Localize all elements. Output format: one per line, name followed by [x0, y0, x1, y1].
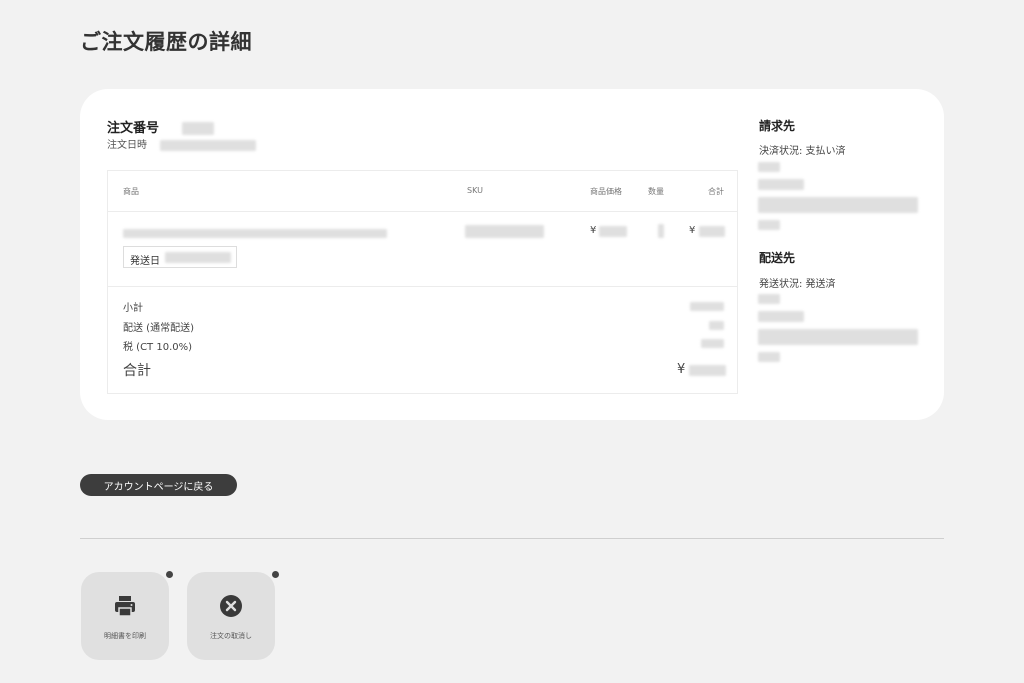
table-header: 商品 SKU 商品価格 数量 合計: [108, 171, 737, 212]
order-items-table: 商品 SKU 商品価格 数量 合計 ¥ ¥ 発送日 小計 配送 (通常配送) 税…: [107, 170, 738, 394]
info-dot-icon: [272, 571, 279, 578]
shipping-address-line: [758, 329, 918, 345]
header-sku: SKU: [467, 186, 483, 195]
header-qty: 数量: [648, 187, 664, 196]
printer-icon: [115, 596, 135, 617]
product-sku: [465, 225, 544, 238]
grand-total-symbol: ¥: [677, 362, 686, 377]
shipping-address-line: [758, 311, 804, 322]
print-statement-label: 明細書を印刷: [104, 632, 146, 640]
product-total: [699, 226, 725, 237]
billing-address-line: [758, 162, 780, 172]
shipping-fee-value: [709, 321, 724, 330]
header-product: 商品: [123, 187, 139, 196]
shipping-fee-label: 配送 (通常配送): [123, 323, 194, 334]
order-detail-card: 注文番号 注文日時 商品 SKU 商品価格 数量 合計 ¥ ¥ 発送日 小計 配…: [80, 89, 944, 420]
back-to-account-button[interactable]: アカウントページに戻る: [80, 474, 237, 496]
order-number-label: 注文番号: [107, 121, 160, 136]
order-date-row: 注文日時: [107, 136, 257, 151]
page-title: ご注文履歴の詳細: [80, 30, 252, 54]
grand-total-label: 合計: [123, 363, 151, 379]
billing-address-line: [758, 220, 780, 230]
print-statement-button[interactable]: 明細書を印刷: [81, 571, 173, 660]
ship-date-label: 発送日: [130, 256, 160, 267]
shipping-status: 発送状況: 発送済: [759, 279, 836, 290]
order-date-value: [160, 139, 257, 151]
billing-status: 決済状況: 支払い済: [759, 146, 846, 157]
tax-value: [701, 339, 724, 348]
close-circle-icon: [220, 595, 242, 617]
shipping-address-line: [758, 352, 780, 362]
header-total: 合計: [708, 187, 724, 196]
order-date-label: 注文日時: [107, 140, 147, 151]
info-dot-icon: [166, 571, 173, 578]
shipping-address-line: [758, 294, 780, 304]
subtotal-label: 小計: [123, 303, 143, 314]
grand-total-value: [689, 365, 726, 376]
subtotal-value: [690, 302, 724, 311]
shipping-title: 配送先: [759, 251, 796, 265]
section-divider: [80, 538, 944, 539]
tax-label: 税 (CT 10.0%): [123, 342, 193, 353]
table-row: ¥ ¥ 発送日: [108, 212, 737, 287]
product-qty: [658, 224, 664, 238]
billing-address-line: [758, 197, 918, 213]
ship-date-value: [165, 252, 231, 263]
product-name[interactable]: [123, 229, 387, 238]
billing-title: 請求先: [759, 119, 796, 133]
price-symbol: ¥: [590, 225, 597, 236]
total-symbol: ¥: [689, 225, 696, 236]
ship-date-badge: 発送日: [123, 246, 237, 268]
order-number-value: [181, 122, 214, 135]
billing-address-line: [758, 179, 804, 190]
header-price: 商品価格: [590, 187, 622, 196]
cancel-order-button[interactable]: 注文の取消し: [187, 571, 279, 660]
cancel-order-label: 注文の取消し: [210, 632, 252, 640]
product-price: [599, 226, 627, 237]
order-number-row: 注文番号: [107, 117, 214, 136]
